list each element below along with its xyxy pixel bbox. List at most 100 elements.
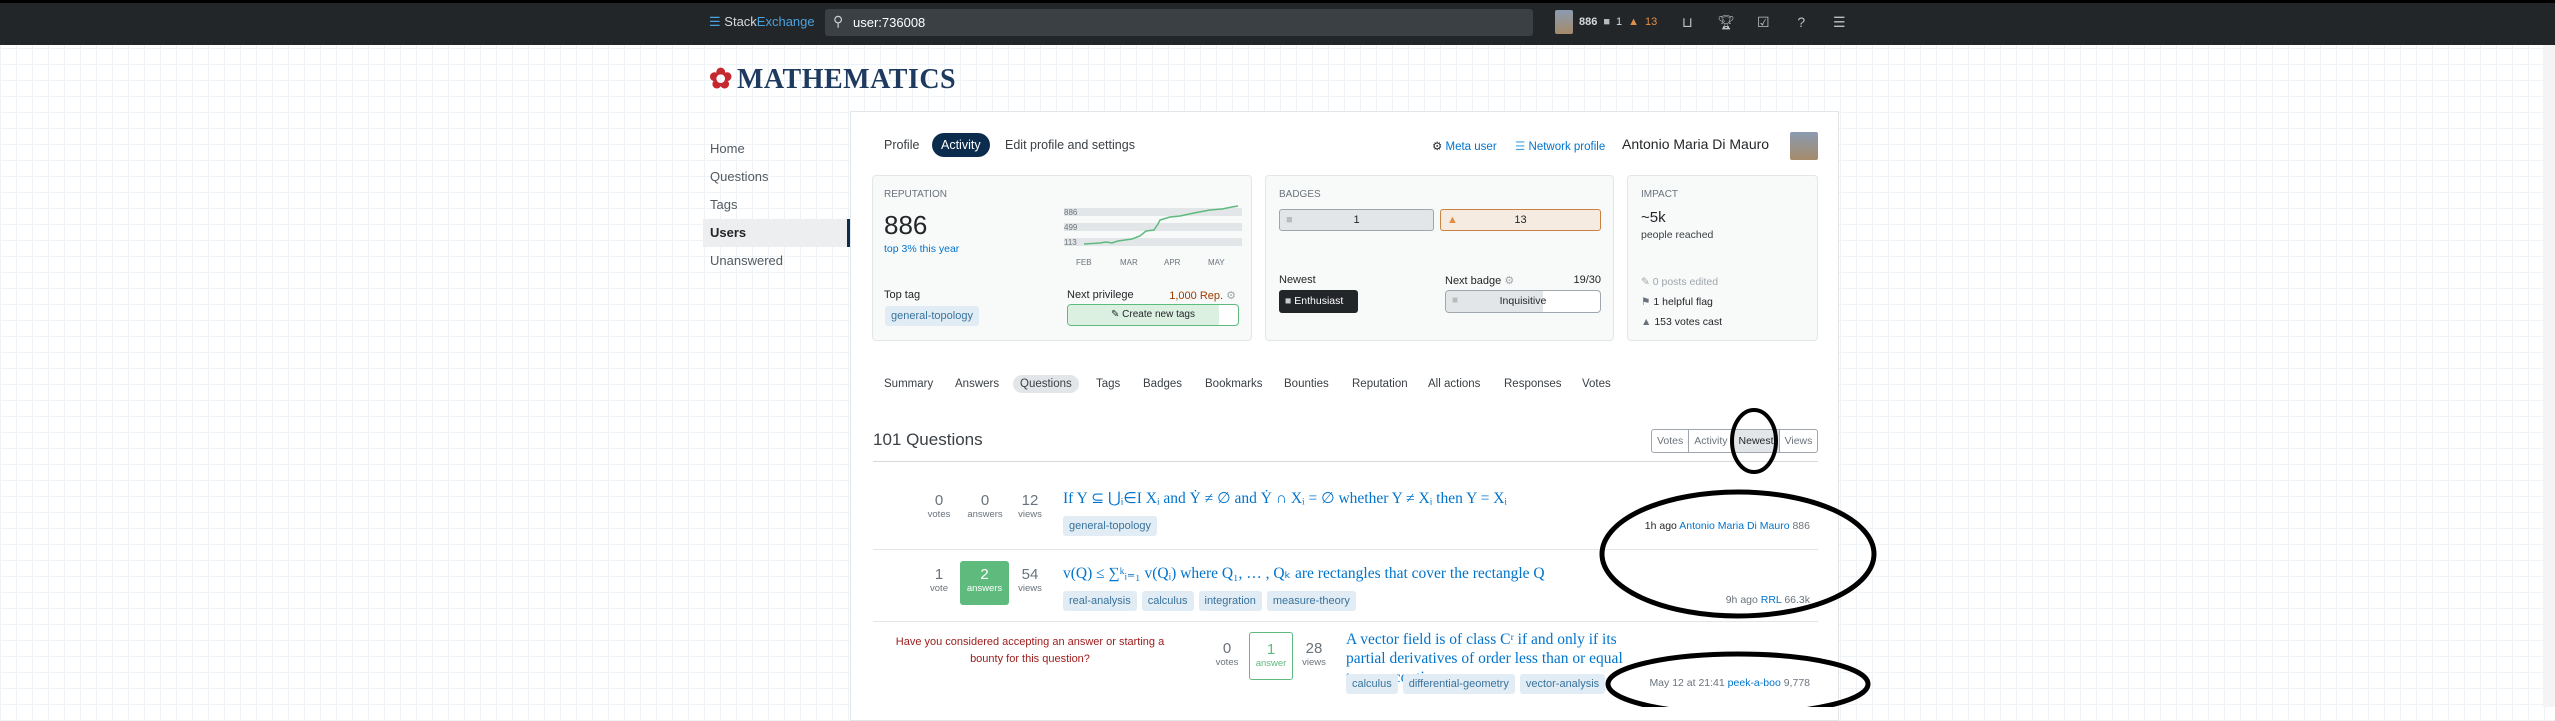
next-privilege-rep: 1,000 Rep. xyxy=(1169,290,1224,302)
search-input[interactable]: ⚲ user:736008 xyxy=(825,9,1533,36)
sort-views[interactable]: Views xyxy=(1778,430,1818,452)
flag-icon: ⚑ xyxy=(1641,296,1654,308)
sort-activity[interactable]: Activity xyxy=(1688,430,1732,452)
reputation-graph[interactable]: 886 499 113 FEB MAR APR MAY xyxy=(1060,204,1242,270)
tag[interactable]: integration xyxy=(1198,591,1262,611)
subtab-votes[interactable]: Votes xyxy=(1582,378,1611,390)
tag[interactable]: calculus xyxy=(1141,591,1194,611)
gear-icon[interactable]: ⚙ xyxy=(1226,290,1236,302)
reputation-value: 886 xyxy=(884,210,928,240)
subtab-all-actions[interactable]: All actions xyxy=(1428,378,1480,390)
gear-icon: ⚙ xyxy=(1432,141,1446,153)
impact-label: IMPACT xyxy=(1641,189,1679,200)
nav-users[interactable]: Users xyxy=(703,219,850,247)
user-status[interactable]: 886 ■ 1 ▲ 13 ⊔ 🏆︎ ☑ ? ☰ xyxy=(1555,10,1847,34)
user-link[interactable]: RRL xyxy=(1761,594,1782,606)
graph-y-label: 499 xyxy=(1064,223,1078,232)
question-views: 28 views xyxy=(1302,640,1326,668)
question-title[interactable]: If Y ⊆ ⋃ᵢ∈I Xᵢ and Ẏ ≠ ∅ and Ẏ ∩ Xᵢ = ∅ … xyxy=(1063,489,1507,508)
tag[interactable]: real-analysis xyxy=(1063,591,1137,611)
help-icon[interactable]: ? xyxy=(1793,14,1809,30)
next-badge-progress[interactable]: ■ Inquisitive xyxy=(1445,290,1601,313)
network-profile-link[interactable]: ☰ Network profile xyxy=(1515,139,1605,153)
question-title[interactable]: v(Q) ≤ ∑ᵏᵢ₌₁ v(Qᵢ) where Q₁, … , Qₖ are … xyxy=(1063,564,1545,583)
tab-activity[interactable]: Activity xyxy=(932,133,990,157)
graph-y-label: 113 xyxy=(1064,238,1077,247)
graph-band xyxy=(1064,238,1242,246)
subtab-questions[interactable]: Questions xyxy=(1013,375,1079,393)
pencil-icon: ✎ xyxy=(1641,276,1653,288)
posts-edited: ✎ 0 posts edited xyxy=(1641,276,1719,288)
bronze-badge-icon: ▲ xyxy=(1447,214,1458,226)
subtab-bookmarks[interactable]: Bookmarks xyxy=(1205,378,1263,390)
stackexchange-logo[interactable]: ☰ StackExchange xyxy=(709,14,815,30)
silver-badge-icon: ■ xyxy=(1286,214,1293,226)
scrollbar[interactable] xyxy=(2543,45,2555,707)
subtab-badges[interactable]: Badges xyxy=(1143,378,1182,390)
profile-avatar[interactable] xyxy=(1790,132,1818,160)
review-icon[interactable]: ☑ xyxy=(1755,14,1771,30)
stackexchange-icon: ☰ xyxy=(1515,141,1529,153)
graph-x-label: MAY xyxy=(1208,258,1225,267)
question-tags: general-topology xyxy=(1063,516,1157,536)
top-tag-label: Top tag xyxy=(884,289,921,301)
subtab-tags[interactable]: Tags xyxy=(1096,378,1120,390)
user-link[interactable]: peek-a-boo xyxy=(1728,677,1781,689)
search-icon: ⚲ xyxy=(833,13,844,29)
math-flower-icon: ✿ xyxy=(709,64,733,95)
tag[interactable]: general-topology xyxy=(1063,516,1157,536)
subtab-bounties[interactable]: Bounties xyxy=(1284,378,1329,390)
question-meta: May 12 at 21:41 peek-a-boo 9,778 xyxy=(1649,677,1810,689)
divider xyxy=(873,621,1818,622)
helpful-flags: ⚑ 1 helpful flag xyxy=(1641,296,1713,308)
tag[interactable]: measure-theory xyxy=(1266,591,1356,611)
question-answers: 0 answers xyxy=(967,492,1003,520)
subtab-responses[interactable]: Responses xyxy=(1504,378,1562,390)
graph-x-label: FEB xyxy=(1076,258,1092,267)
bronze-badges[interactable]: ▲ 13 xyxy=(1440,209,1601,231)
newest-badge[interactable]: ■ Enthusiast xyxy=(1279,290,1358,313)
subtab-answers[interactable]: Answers xyxy=(955,378,999,390)
graph-x-label: APR xyxy=(1164,258,1181,267)
stack-icon: ☰ xyxy=(709,14,725,29)
question-meta: 9h ago RRL 66.3k xyxy=(1725,594,1810,606)
subtab-reputation[interactable]: Reputation xyxy=(1352,378,1408,390)
achievements-icon[interactable]: 🏆︎ xyxy=(1717,14,1735,30)
question-votes: 0 votes xyxy=(1215,640,1239,668)
avatar[interactable] xyxy=(1555,10,1573,34)
reputation-label: REPUTATION xyxy=(884,189,947,200)
silver-badge-icon: ■ xyxy=(1603,16,1611,28)
tab-profile[interactable]: Profile xyxy=(884,138,919,152)
people-reached-value: ~5k xyxy=(1641,209,1666,226)
sort-newest[interactable]: Newest xyxy=(1732,430,1779,452)
next-privilege-progress[interactable]: ✎ Create new tags xyxy=(1067,304,1239,326)
tag[interactable]: differential-geometry xyxy=(1402,674,1515,694)
nav-home[interactable]: Home xyxy=(703,135,850,163)
question-views: 12 views xyxy=(1018,492,1042,520)
nav-unanswered[interactable]: Unanswered xyxy=(703,247,850,275)
next-badge-label: Next badge ⚙ xyxy=(1445,275,1515,287)
site-switcher-icon[interactable]: ☰ xyxy=(1831,14,1847,30)
question-meta: 1h ago Antonio Maria Di Mauro 886 xyxy=(1644,520,1810,532)
nav-questions[interactable]: Questions xyxy=(703,163,850,191)
top-tag-chip[interactable]: general-topology xyxy=(885,306,979,326)
sort-votes[interactable]: Votes xyxy=(1652,430,1688,452)
tab-edit-profile[interactable]: Edit profile and settings xyxy=(1005,138,1135,152)
gear-icon[interactable]: ⚙ xyxy=(1504,275,1514,287)
site-logo[interactable]: ✿ MATHEMATICS xyxy=(709,62,956,96)
question-answers-accepted: 2 answers xyxy=(960,561,1009,605)
silver-badges[interactable]: ■ 1 xyxy=(1279,209,1434,231)
upvote-icon: ▲ xyxy=(1641,316,1655,328)
pencil-icon: ✎ xyxy=(1111,309,1123,320)
meta-user-link[interactable]: ⚙ Meta user xyxy=(1432,139,1497,153)
user-link[interactable]: Antonio Maria Di Mauro xyxy=(1679,520,1789,532)
question-views: 54 views xyxy=(1018,566,1042,594)
question-votes: 1 vote xyxy=(930,566,948,594)
subtab-summary[interactable]: Summary xyxy=(884,378,933,390)
next-privilege-label: Next privilege xyxy=(1067,289,1134,301)
badge-icon: ■ xyxy=(1285,295,1295,307)
reputation-rank[interactable]: top 3% this year xyxy=(884,243,959,255)
inbox-icon[interactable]: ⊔ xyxy=(1679,14,1695,30)
tag[interactable]: calculus xyxy=(1346,674,1398,694)
nav-tags[interactable]: Tags xyxy=(703,191,850,219)
